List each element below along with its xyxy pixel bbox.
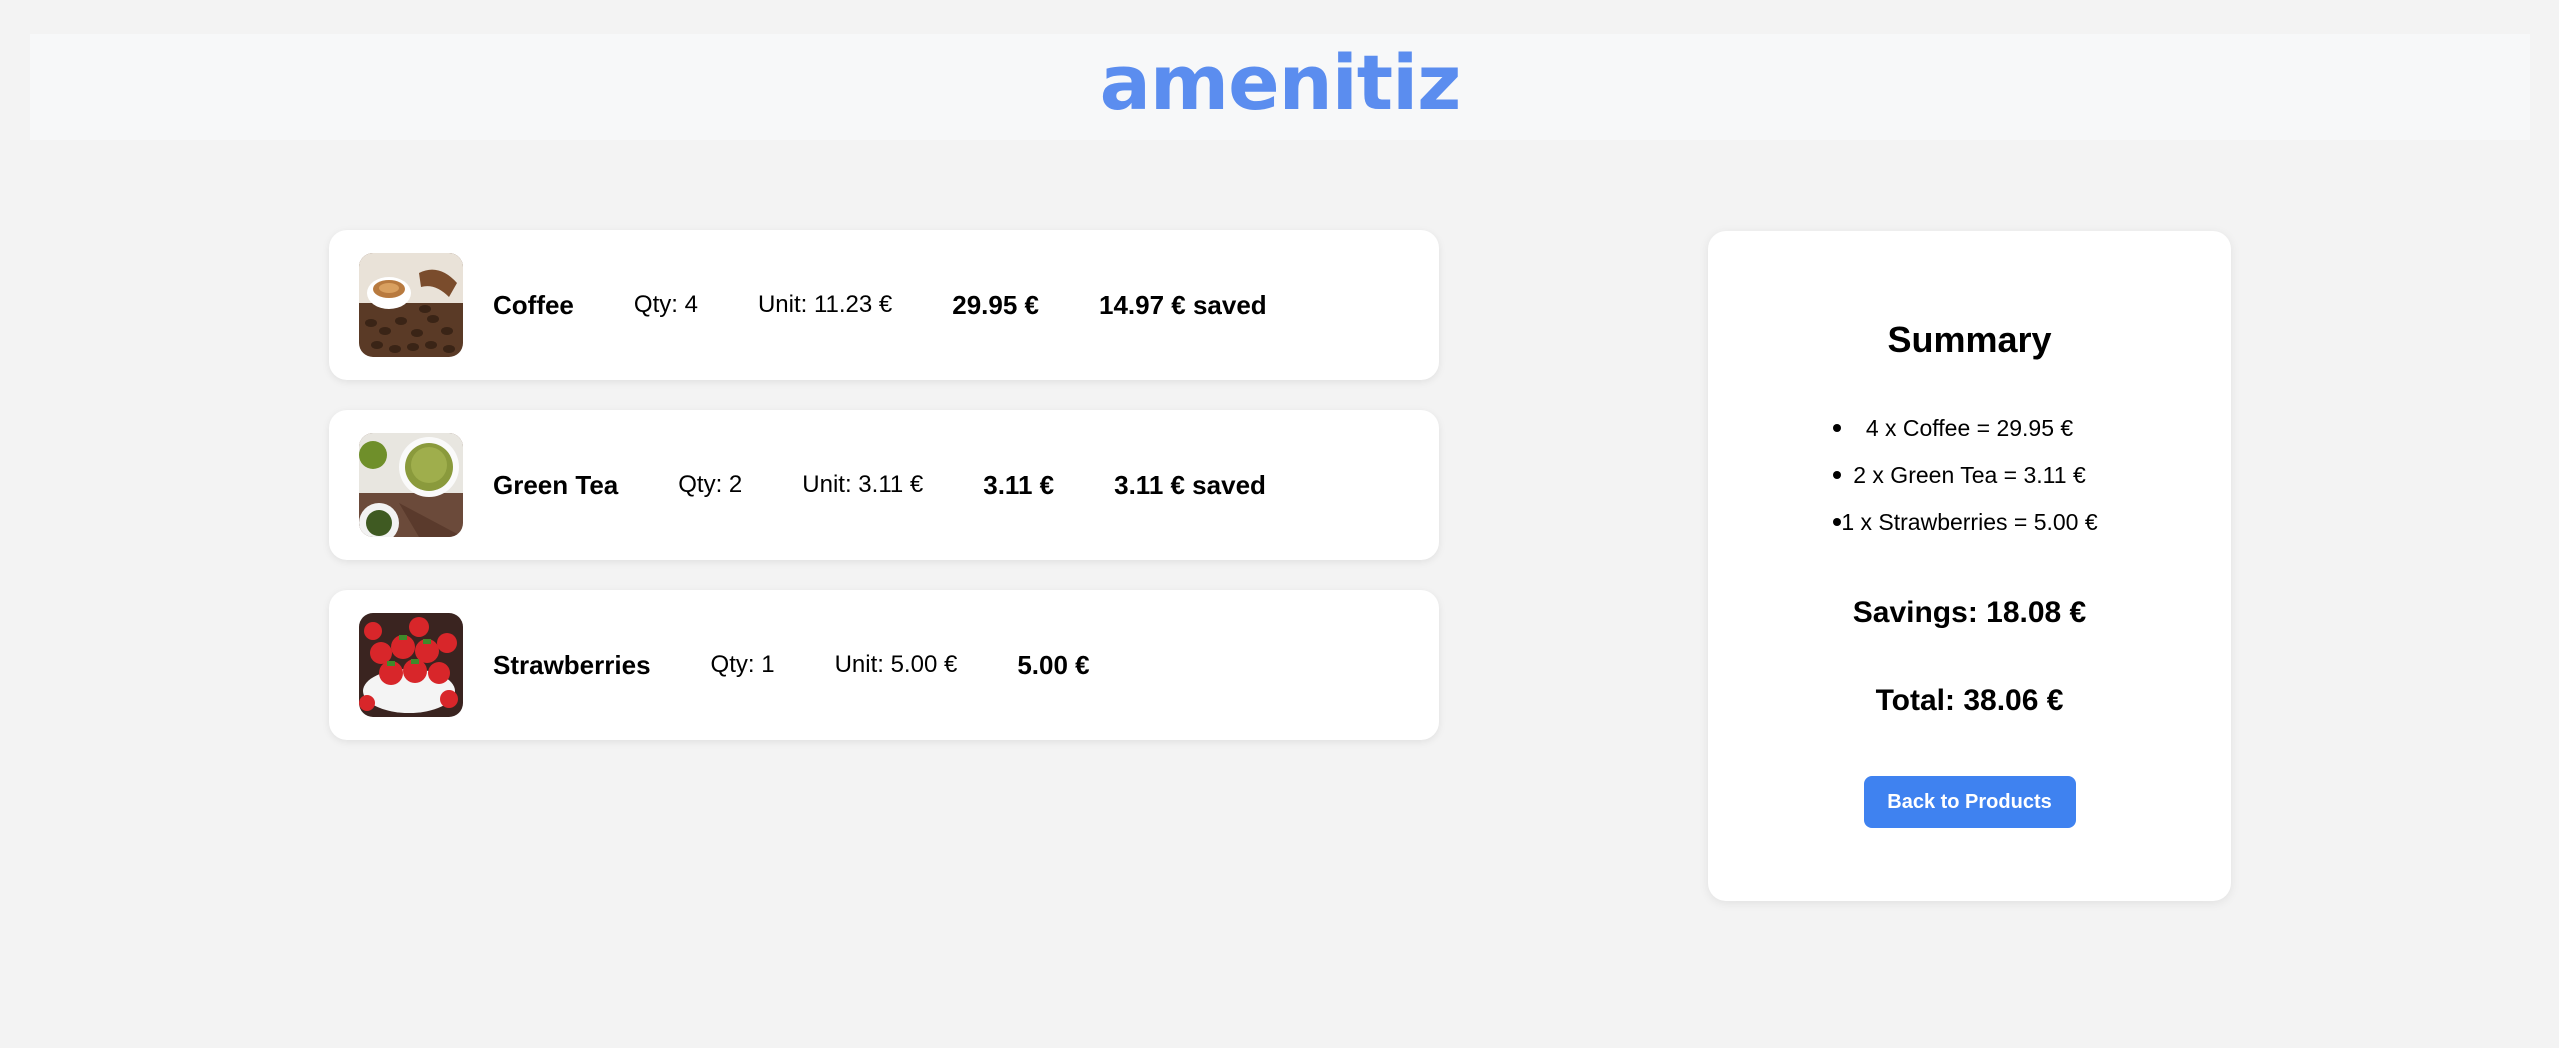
cart-list: Coffee Qty: 4 Unit: 11.23 € 29.95 € 14.9… (329, 230, 1439, 770)
item-unit-price: Unit: 5.00 € (834, 651, 958, 678)
item-quantity: Qty: 2 (678, 471, 743, 498)
item-unit-price: Unit: 3.11 € (802, 471, 924, 498)
summary-total: Total: 38.06 € (1875, 684, 2064, 717)
summary-title: Summary (1887, 319, 2052, 360)
item-savings: 14.97 € saved (1099, 289, 1267, 320)
summary-savings: Savings: 18.08 € (1852, 596, 2087, 629)
order-summary-card: Summary 4 x Coffee = 29.95 € 2 x Green T… (1708, 231, 2231, 901)
cart-item-green-tea: Green Tea Qty: 2 Unit: 3.11 € 3.11 € 3.1… (329, 410, 1439, 560)
cart-item-strawberries: Strawberries Qty: 1 Unit: 5.00 € 5.00 € (329, 590, 1439, 740)
item-total-price: 3.11 € (983, 469, 1055, 500)
app-header: amenitiz (30, 34, 2530, 140)
item-unit-price: Unit: 11.23 € (757, 291, 893, 318)
item-quantity: Qty: 4 (633, 291, 698, 318)
amenitiz-logo[interactable]: amenitiz (1100, 45, 1462, 121)
item-savings: 3.11 € saved (1114, 469, 1266, 500)
item-name: Strawberries (493, 649, 651, 680)
summary-line: 4 x Coffee = 29.95 € (1708, 405, 2231, 452)
summary-line-list: 4 x Coffee = 29.95 € 2 x Green Tea = 3.1… (1708, 405, 2231, 546)
item-total-price: 29.95 € (952, 289, 1039, 320)
summary-line: 1 x Strawberries = 5.00 € (1708, 499, 2231, 546)
cart-item-coffee: Coffee Qty: 4 Unit: 11.23 € 29.95 € 14.9… (329, 230, 1439, 380)
green-tea-image (359, 433, 463, 537)
item-total-price: 5.00 € (1017, 649, 1090, 680)
item-name: Green Tea (493, 469, 619, 500)
item-name: Coffee (493, 289, 574, 320)
coffee-image (359, 253, 463, 357)
summary-line: 2 x Green Tea = 3.11 € (1708, 452, 2231, 499)
back-to-products-button[interactable]: Back to Products (1863, 776, 2076, 828)
strawberries-image (359, 613, 463, 717)
item-quantity: Qty: 1 (710, 651, 775, 678)
